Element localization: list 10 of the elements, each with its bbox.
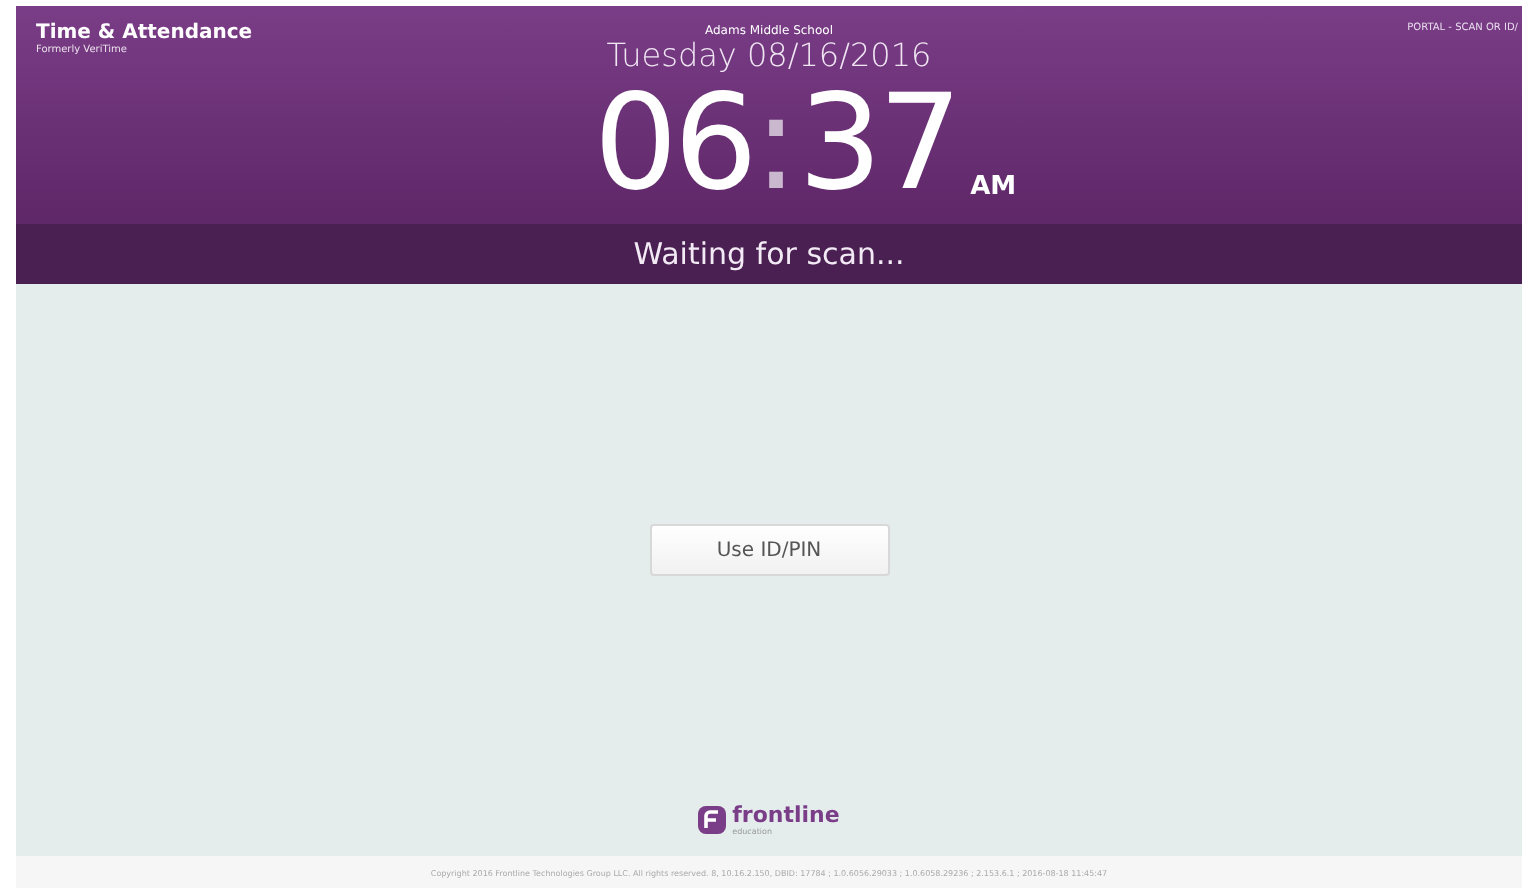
clock-period: AM (970, 172, 1017, 202)
date-text: Tuesday 08/16/2016 (606, 38, 932, 74)
logo-name: frontline (732, 804, 840, 826)
clock-minutes: 37 (798, 74, 959, 214)
use-id-pin-button[interactable]: Use ID/PIN (649, 524, 889, 576)
logo-icon (698, 806, 727, 834)
clock-separator: : (753, 74, 799, 214)
status-text: Waiting for scan... (633, 236, 905, 272)
clock-hours: 06 (593, 74, 754, 214)
app-title: Time & Attendance (36, 22, 253, 44)
